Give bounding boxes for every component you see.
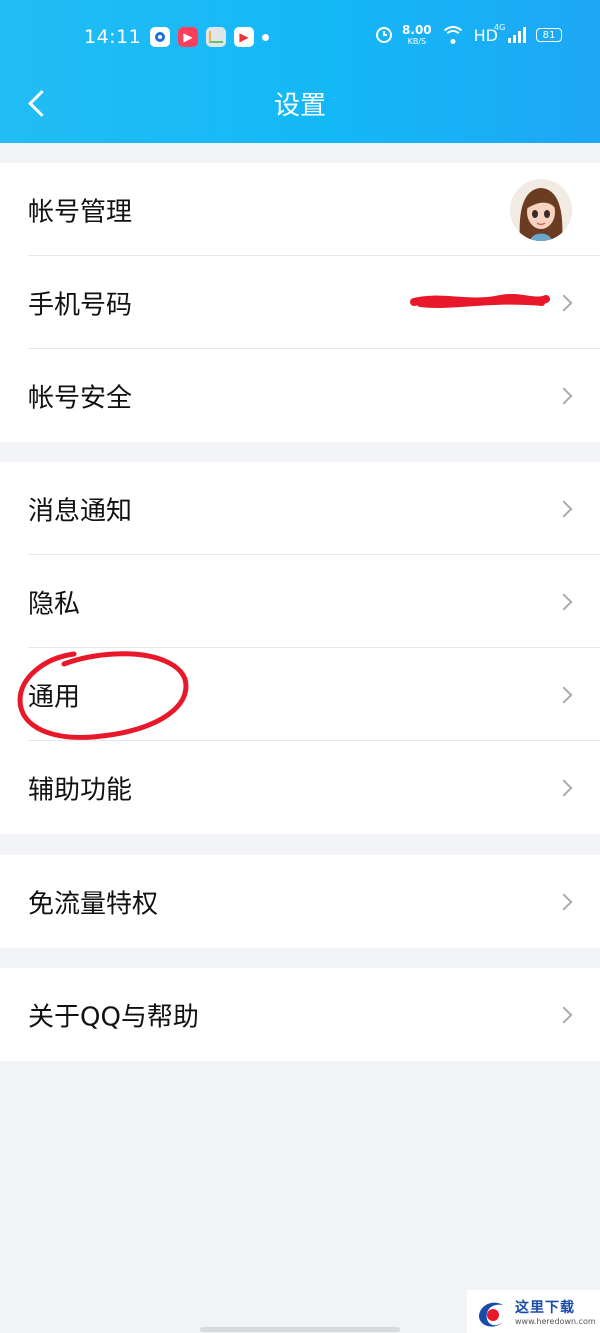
- battery-icon: 81: [536, 28, 562, 42]
- media-app-notification-icon: ▶: [234, 27, 254, 47]
- chevron-right-icon: [555, 686, 573, 703]
- row-label: 隐私: [28, 589, 81, 619]
- page-title: 设置: [273, 91, 326, 121]
- network-speed: 8.00 KB/S: [402, 24, 432, 46]
- network-speed-value: 8.00: [402, 23, 432, 37]
- status-time: 14:11: [84, 26, 142, 48]
- settings-row-accessibility[interactable]: 辅助功能: [0, 741, 600, 834]
- signal-icon: 4G: [494, 23, 526, 43]
- row-label: 手机号码: [28, 290, 133, 320]
- watermark-logo-icon: [479, 1302, 503, 1327]
- video-app-notification-icon: ▶: [178, 27, 198, 47]
- avatar[interactable]: [510, 179, 572, 241]
- free-data-section: 免流量特权: [0, 855, 600, 948]
- watermark-title: 这里下载: [515, 1300, 575, 1316]
- settings-row-privacy[interactable]: 隐私: [0, 555, 600, 648]
- chevron-right-icon: [555, 593, 573, 610]
- row-label: 消息通知: [28, 496, 133, 526]
- annotation-circle: [17, 651, 189, 740]
- chevron-right-icon: [555, 387, 573, 404]
- notification-icons: ▶ ▶: [150, 27, 269, 47]
- status-indicators: 8.00 KB/S HD 4G 81: [376, 23, 562, 46]
- settings-row-free-data[interactable]: 免流量特权: [0, 855, 600, 948]
- chevron-right-icon: [555, 1006, 573, 1023]
- home-indicator[interactable]: [200, 1327, 400, 1332]
- settings-row-about-qq-help[interactable]: 关于QQ与帮助: [0, 968, 600, 1061]
- chevron-right-icon: [555, 779, 573, 796]
- site-watermark: 这里下载 www.heredown.com: [467, 1290, 600, 1333]
- status-bar: 14:11 ▶ ▶ 8.00 KB/S HD 4G 81: [0, 0, 600, 76]
- redaction-scribble: [410, 294, 550, 308]
- network-speed-unit: KB/S: [407, 37, 427, 46]
- row-label: 免流量特权: [28, 889, 159, 919]
- chevron-right-icon: [555, 893, 573, 910]
- row-label: 关于QQ与帮助: [28, 1002, 199, 1032]
- network-type: 4G: [494, 23, 506, 32]
- row-label: 帐号安全: [28, 383, 133, 413]
- qq-notification-icon: [150, 27, 170, 47]
- settings-row-account-security[interactable]: 帐号安全: [0, 349, 600, 442]
- row-label: 辅助功能: [28, 775, 133, 805]
- chevron-right-icon: [555, 500, 573, 517]
- settings-row-account-management[interactable]: 帐号管理: [0, 163, 600, 256]
- wifi-icon: [441, 26, 464, 44]
- about-section: 关于QQ与帮助: [0, 968, 600, 1061]
- watermark-url: www.heredown.com: [515, 1317, 596, 1326]
- settings-row-message-notifications[interactable]: 消息通知: [0, 462, 600, 555]
- alarm-icon: [376, 27, 393, 43]
- chevron-right-icon: [555, 294, 573, 311]
- row-label: 帐号管理: [28, 197, 133, 227]
- more-notifications-dot-icon: [262, 33, 269, 41]
- chart-app-notification-icon: [206, 27, 226, 47]
